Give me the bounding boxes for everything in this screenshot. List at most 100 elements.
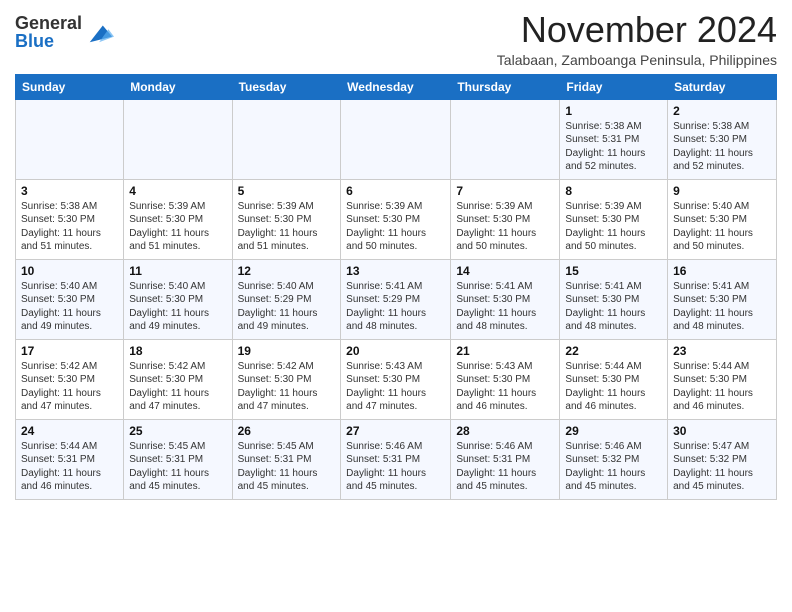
calendar-week-5: 24Sunrise: 5:44 AM Sunset: 5:31 PM Dayli… <box>16 419 777 499</box>
calendar-cell <box>16 99 124 179</box>
logo-blue-text: Blue <box>15 32 82 50</box>
day-info: Sunrise: 5:40 AM Sunset: 5:30 PM Dayligh… <box>21 280 118 334</box>
weekday-header-wednesday: Wednesday <box>341 74 451 99</box>
day-number: 25 <box>129 424 226 438</box>
day-info: Sunrise: 5:43 AM Sunset: 5:30 PM Dayligh… <box>346 360 445 414</box>
calendar-cell: 3 Sunrise: 5:38 AM Sunset: 5:30 PM Daylig… <box>16 179 124 259</box>
day-number: 9 <box>673 184 771 198</box>
day-info: Sunrise: 5:39 AM Sunset: 5:30 PM Dayligh… <box>565 200 662 254</box>
day-number: 18 <box>129 344 226 358</box>
day-info: Sunrise: 5:42 AM Sunset: 5:30 PM Dayligh… <box>21 360 118 414</box>
weekday-header-sunday: Sunday <box>16 74 124 99</box>
day-info: Sunrise: 5:46 AM Sunset: 5:31 PM Dayligh… <box>346 440 445 494</box>
day-number: 22 <box>565 344 662 358</box>
day-info: Sunrise: 5:42 AM Sunset: 5:30 PM Dayligh… <box>238 360 336 414</box>
weekday-header-monday: Monday <box>124 74 232 99</box>
day-info: Sunrise: 5:41 AM Sunset: 5:30 PM Dayligh… <box>456 280 554 334</box>
logo-icon <box>86 18 114 46</box>
day-info: Sunrise: 5:41 AM Sunset: 5:30 PM Dayligh… <box>565 280 662 334</box>
calendar-cell: 2 Sunrise: 5:38 AM Sunset: 5:30 PM Daylig… <box>668 99 777 179</box>
day-info: Sunrise: 5:45 AM Sunset: 5:31 PM Dayligh… <box>238 440 336 494</box>
day-number: 16 <box>673 264 771 278</box>
day-number: 11 <box>129 264 226 278</box>
calendar-cell <box>451 99 560 179</box>
day-info: Sunrise: 5:39 AM Sunset: 5:30 PM Dayligh… <box>346 200 445 254</box>
day-number: 1 <box>565 104 662 118</box>
day-info: Sunrise: 5:42 AM Sunset: 5:30 PM Dayligh… <box>129 360 226 414</box>
day-number: 23 <box>673 344 771 358</box>
calendar-cell: 12 Sunrise: 5:40 AM Sunset: 5:29 PM Dayli… <box>232 259 341 339</box>
day-info: Sunrise: 5:41 AM Sunset: 5:30 PM Dayligh… <box>673 280 771 334</box>
calendar-cell <box>341 99 451 179</box>
day-info: Sunrise: 5:40 AM Sunset: 5:30 PM Dayligh… <box>673 200 771 254</box>
location-text: Talabaan, Zamboanga Peninsula, Philippin… <box>497 52 777 68</box>
calendar-cell: 18 Sunrise: 5:42 AM Sunset: 5:30 PM Dayli… <box>124 339 232 419</box>
calendar-cell: 24Sunrise: 5:44 AM Sunset: 5:31 PM Dayli… <box>16 419 124 499</box>
calendar-cell: 8 Sunrise: 5:39 AM Sunset: 5:30 PM Daylig… <box>560 179 668 259</box>
day-info: Sunrise: 5:40 AM Sunset: 5:29 PM Dayligh… <box>238 280 336 334</box>
day-number: 14 <box>456 264 554 278</box>
weekday-header-friday: Friday <box>560 74 668 99</box>
month-title: November 2024 <box>497 10 777 50</box>
day-info: Sunrise: 5:38 AM Sunset: 5:30 PM Dayligh… <box>673 120 771 174</box>
day-info: Sunrise: 5:45 AM Sunset: 5:31 PM Dayligh… <box>129 440 226 494</box>
day-info: Sunrise: 5:44 AM Sunset: 5:30 PM Dayligh… <box>565 360 662 414</box>
calendar-cell <box>232 99 341 179</box>
day-info: Sunrise: 5:44 AM Sunset: 5:30 PM Dayligh… <box>673 360 771 414</box>
day-number: 12 <box>238 264 336 278</box>
day-info: Sunrise: 5:40 AM Sunset: 5:30 PM Dayligh… <box>129 280 226 334</box>
calendar-cell: 5 Sunrise: 5:39 AM Sunset: 5:30 PM Daylig… <box>232 179 341 259</box>
day-number: 15 <box>565 264 662 278</box>
day-number: 29 <box>565 424 662 438</box>
day-number: 26 <box>238 424 336 438</box>
calendar-cell: 13 Sunrise: 5:41 AM Sunset: 5:29 PM Dayli… <box>341 259 451 339</box>
title-block: November 2024 Talabaan, Zamboanga Penins… <box>497 10 777 68</box>
day-info: Sunrise: 5:46 AM Sunset: 5:32 PM Dayligh… <box>565 440 662 494</box>
calendar-cell: 9 Sunrise: 5:40 AM Sunset: 5:30 PM Daylig… <box>668 179 777 259</box>
day-number: 17 <box>21 344 118 358</box>
day-number: 20 <box>346 344 445 358</box>
day-number: 3 <box>21 184 118 198</box>
calendar-cell: 4Sunrise: 5:39 AM Sunset: 5:30 PM Daylig… <box>124 179 232 259</box>
calendar-cell: 23 Sunrise: 5:44 AM Sunset: 5:30 PM Dayli… <box>668 339 777 419</box>
weekday-header-thursday: Thursday <box>451 74 560 99</box>
calendar-cell <box>124 99 232 179</box>
day-info: Sunrise: 5:46 AM Sunset: 5:31 PM Dayligh… <box>456 440 554 494</box>
day-info: Sunrise: 5:43 AM Sunset: 5:30 PM Dayligh… <box>456 360 554 414</box>
day-number: 8 <box>565 184 662 198</box>
calendar-week-4: 17 Sunrise: 5:42 AM Sunset: 5:30 PM Dayli… <box>16 339 777 419</box>
day-number: 7 <box>456 184 554 198</box>
calendar-cell: 20 Sunrise: 5:43 AM Sunset: 5:30 PM Dayli… <box>341 339 451 419</box>
page-header: General Blue November 2024 Talabaan, Zam… <box>15 10 777 68</box>
logo-general-text: General <box>15 14 82 32</box>
day-info: Sunrise: 5:44 AM Sunset: 5:31 PM Dayligh… <box>21 440 118 494</box>
day-info: Sunrise: 5:39 AM Sunset: 5:30 PM Dayligh… <box>456 200 554 254</box>
day-info: Sunrise: 5:38 AM Sunset: 5:31 PM Dayligh… <box>565 120 662 174</box>
day-number: 6 <box>346 184 445 198</box>
day-info: Sunrise: 5:41 AM Sunset: 5:29 PM Dayligh… <box>346 280 445 334</box>
day-number: 2 <box>673 104 771 118</box>
calendar-cell: 29 Sunrise: 5:46 AM Sunset: 5:32 PM Dayli… <box>560 419 668 499</box>
calendar-cell: 19Sunrise: 5:42 AM Sunset: 5:30 PM Dayli… <box>232 339 341 419</box>
weekday-header-tuesday: Tuesday <box>232 74 341 99</box>
calendar-header-row: SundayMondayTuesdayWednesdayThursdayFrid… <box>16 74 777 99</box>
day-number: 28 <box>456 424 554 438</box>
calendar-table: SundayMondayTuesdayWednesdayThursdayFrid… <box>15 74 777 500</box>
calendar-cell: 1 Sunrise: 5:38 AM Sunset: 5:31 PM Daylig… <box>560 99 668 179</box>
logo: General Blue <box>15 14 114 50</box>
calendar-cell: 6 Sunrise: 5:39 AM Sunset: 5:30 PM Daylig… <box>341 179 451 259</box>
day-number: 5 <box>238 184 336 198</box>
calendar-cell: 27 Sunrise: 5:46 AM Sunset: 5:31 PM Dayli… <box>341 419 451 499</box>
day-number: 21 <box>456 344 554 358</box>
calendar-cell: 30Sunrise: 5:47 AM Sunset: 5:32 PM Dayli… <box>668 419 777 499</box>
calendar-cell: 15 Sunrise: 5:41 AM Sunset: 5:30 PM Dayli… <box>560 259 668 339</box>
day-number: 13 <box>346 264 445 278</box>
calendar-cell: 10Sunrise: 5:40 AM Sunset: 5:30 PM Dayli… <box>16 259 124 339</box>
calendar-cell: 11 Sunrise: 5:40 AM Sunset: 5:30 PM Dayli… <box>124 259 232 339</box>
calendar-cell: 7 Sunrise: 5:39 AM Sunset: 5:30 PM Daylig… <box>451 179 560 259</box>
day-number: 27 <box>346 424 445 438</box>
day-info: Sunrise: 5:38 AM Sunset: 5:30 PM Dayligh… <box>21 200 118 254</box>
day-info: Sunrise: 5:39 AM Sunset: 5:30 PM Dayligh… <box>238 200 336 254</box>
calendar-week-2: 3 Sunrise: 5:38 AM Sunset: 5:30 PM Daylig… <box>16 179 777 259</box>
calendar-cell: 14 Sunrise: 5:41 AM Sunset: 5:30 PM Dayli… <box>451 259 560 339</box>
